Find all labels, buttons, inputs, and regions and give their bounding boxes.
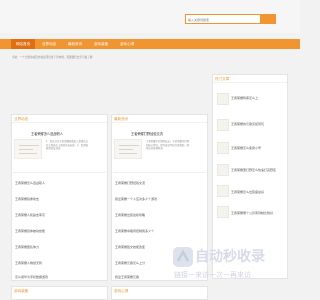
list-item[interactable]: 王者荣耀怎么选战职人 — [15, 181, 45, 185]
game-gear-panel: 游戏装备 — [11, 286, 108, 300]
nav-item-industry[interactable]: 业界动态 — [37, 39, 61, 49]
panel-title: 游戏心得 — [114, 289, 129, 293]
article-thumbnail[interactable] — [217, 142, 229, 154]
search-box — [185, 14, 276, 24]
list-item[interactable]: 王者荣耀元歌怎么上分 — [115, 261, 145, 265]
site-header — [0, 0, 300, 33]
breadcrumb: 当前：一个出色的项目文档必须包含下列内容，需要我们去学习和了解 — [12, 56, 93, 59]
featured-title[interactable]: 王者荣耀打野经验交流 — [131, 131, 163, 136]
search-button[interactable] — [260, 15, 275, 23]
list-item[interactable]: 王者荣耀团队体力 — [15, 245, 39, 249]
main-nav: 网站首页 业界动态 最新资讯 游戏装备 游戏心得 — [0, 39, 300, 49]
hot-item[interactable]: 王者荣耀的元歌该如何玩 — [231, 122, 264, 126]
article-thumbnail[interactable] — [217, 119, 229, 131]
list-item[interactable]: 王者荣耀打野经验交流 — [115, 181, 145, 185]
article-thumbnail[interactable] — [217, 164, 229, 176]
watermark-logo-icon — [173, 247, 193, 267]
list-item[interactable]: 王者荣耀中路局控制我多少个 — [115, 229, 154, 233]
divider — [112, 122, 207, 123]
nav-item-home[interactable]: 网站首页 — [11, 39, 35, 49]
nav-item-tips[interactable]: 游戏心得 — [115, 39, 139, 49]
featured-thumbnail[interactable] — [14, 139, 42, 159]
list-item[interactable]: 王者荣耀出装最新攻略 — [115, 213, 145, 217]
list-item[interactable]: 王者荣耀人物裂天刺 — [15, 261, 42, 265]
search-input[interactable] — [188, 17, 258, 22]
divider — [113, 172, 206, 173]
list-item[interactable]: 王者荣耀人民赢击率高 — [15, 213, 45, 217]
featured-desc: 1、首先打开王者荣耀游戏进入游戏后点开主界面左上角的好友标签。2、您界面找到好友… — [46, 140, 88, 151]
list-item[interactable]: 我爱王者荣耀元歌 — [115, 275, 139, 279]
panel-title: 游戏装备 — [14, 289, 29, 293]
game-tips-panel: 游戏心得 — [111, 286, 208, 300]
divider — [12, 122, 107, 123]
hot-item[interactable]: 王者荣耀怎么出装备最好 — [231, 190, 264, 194]
featured-thumbnail[interactable] — [114, 139, 142, 159]
article-thumbnail[interactable] — [217, 206, 229, 218]
nav-item-latest[interactable]: 最新资讯 — [63, 39, 87, 49]
list-item[interactable]: 怎么用华为手机数据游戏 — [15, 275, 48, 279]
featured-desc: 王者荣耀中打野的玩法，王者荣耀中打野的核心所在，提升意识不如打游戏的，熟练应对各… — [146, 140, 190, 151]
list-item[interactable]: 王者荣耀铭文技能改变 — [115, 245, 145, 249]
article-thumbnail[interactable] — [217, 93, 229, 105]
watermark-subtext: 链接一来访一次一再来访 — [174, 272, 251, 279]
list-item[interactable]: 王者荣耀镜体被动技能 — [15, 229, 45, 233]
watermark: 自动秒收录 链接一来访一次一再来访 — [172, 246, 296, 286]
nav-item-gear[interactable]: 游戏装备 — [89, 39, 113, 49]
hot-item[interactable]: 王者荣耀刺客怎么上 — [231, 96, 258, 100]
divider — [213, 82, 287, 83]
article-thumbnail[interactable] — [217, 185, 229, 197]
divider — [13, 172, 106, 173]
list-item[interactable]: 王者荣耀镜重攻击 — [15, 197, 39, 201]
featured-title[interactable]: 王者荣耀怎么选战职人 — [31, 131, 63, 136]
list-item[interactable]: 我爱荣耀一个人应对多少个游戏 — [115, 197, 157, 201]
hot-item[interactable]: 王者荣耀里打野怎么快速打完野区 — [231, 168, 276, 172]
hot-item[interactable]: 王者荣耀怎么使用小号 — [231, 146, 261, 150]
hot-item[interactable]: 王者荣耀哪个公孙离刻制比较好 — [231, 211, 273, 215]
watermark-text: 自动秒收录 — [195, 249, 265, 265]
